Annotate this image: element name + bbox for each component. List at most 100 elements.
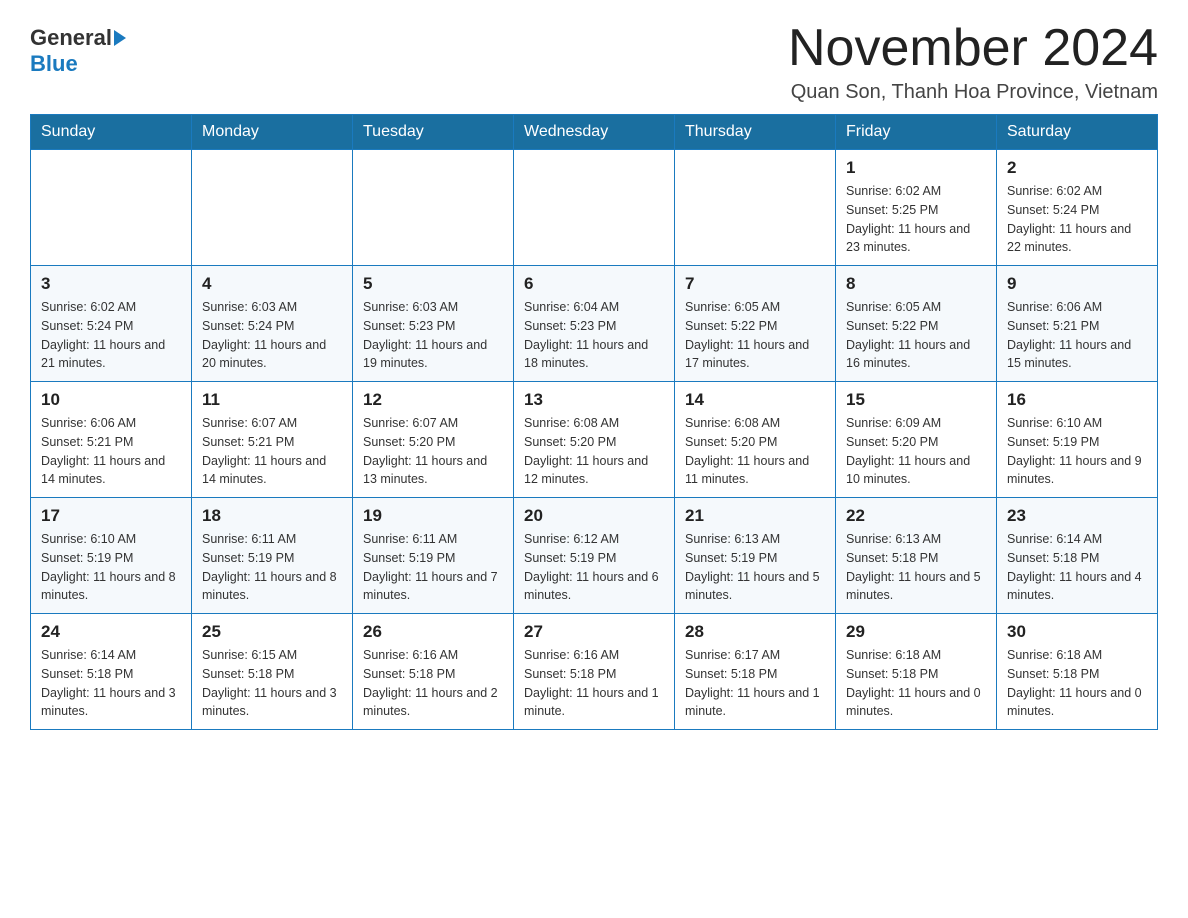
calendar-cell: 26Sunrise: 6:16 AM Sunset: 5:18 PM Dayli… [353, 614, 514, 730]
day-info: Sunrise: 6:11 AM Sunset: 5:19 PM Dayligh… [363, 530, 503, 605]
day-number: 30 [1007, 622, 1147, 642]
calendar-cell: 28 Sunrise: 6:17 AM Sunset: 5:18 PM Dayli… [675, 614, 836, 730]
day-number: 16 [1007, 390, 1147, 410]
day-number: 7 [685, 274, 825, 294]
calendar-week-row: 3Sunrise: 6:02 AM Sunset: 5:24 PM Daylig… [31, 266, 1158, 382]
day-number: 15 [846, 390, 986, 410]
calendar-cell [192, 150, 353, 266]
day-number: 18 [202, 506, 342, 526]
day-info: Sunrise: 6:09 AM Sunset: 5:20 PM Dayligh… [846, 414, 986, 489]
day-info: Sunrise: 6:02 AM Sunset: 5:24 PM Dayligh… [1007, 182, 1147, 257]
calendar-cell: 15 Sunrise: 6:09 AM Sunset: 5:20 PM Dayli… [836, 382, 997, 498]
calendar-cell: 4Sunrise: 6:03 AM Sunset: 5:24 PM Daylig… [192, 266, 353, 382]
calendar-cell: 21 Sunrise: 6:13 AM Sunset: 5:19 PM Dayli… [675, 498, 836, 614]
day-info: Sunrise: 6:06 AM Sunset: 5:21 PM Dayligh… [41, 414, 181, 489]
calendar-cell: 19 Sunrise: 6:11 AM Sunset: 5:19 PM Dayli… [353, 498, 514, 614]
day-info: Sunrise: 6:05 AM Sunset: 5:22 PM Dayligh… [846, 298, 986, 373]
title-section: November 2024 Quan Son, Thanh Hoa Provin… [788, 20, 1158, 104]
day-info: Sunrise: 6:13 AM Sunset: 5:18 PM Dayligh… [846, 530, 986, 605]
day-number: 20 [524, 506, 664, 526]
calendar-cell [31, 150, 192, 266]
month-title: November 2024 [788, 20, 1158, 77]
day-number: 22 [846, 506, 986, 526]
day-number: 11 [202, 390, 342, 410]
day-info: Sunrise: 6:07 AM Sunset: 5:20 PM Dayligh… [363, 414, 503, 489]
calendar-cell: 29Sunrise: 6:18 AM Sunset: 5:18 PM Dayli… [836, 614, 997, 730]
day-info: Sunrise: 6:04 AM Sunset: 5:23 PM Dayligh… [524, 298, 664, 373]
day-number: 6 [524, 274, 664, 294]
calendar-cell: 30 Sunrise: 6:18 AM Sunset: 5:18 PM Dayli… [997, 614, 1158, 730]
calendar-cell: 2 Sunrise: 6:02 AM Sunset: 5:24 PM Daylig… [997, 150, 1158, 266]
day-number: 28 [685, 622, 825, 642]
day-info: Sunrise: 6:07 AM Sunset: 5:21 PM Dayligh… [202, 414, 342, 489]
day-number: 10 [41, 390, 181, 410]
logo-triangle-icon [114, 30, 126, 46]
calendar-cell: 18 Sunrise: 6:11 AM Sunset: 5:19 PM Dayli… [192, 498, 353, 614]
day-info: Sunrise: 6:17 AM Sunset: 5:18 PM Dayligh… [685, 646, 825, 721]
day-number: 8 [846, 274, 986, 294]
calendar-cell: 10 Sunrise: 6:06 AM Sunset: 5:21 PM Dayli… [31, 382, 192, 498]
day-info: Sunrise: 6:18 AM Sunset: 5:18 PM Dayligh… [846, 646, 986, 721]
day-number: 5 [363, 274, 503, 294]
day-info: Sunrise: 6:14 AM Sunset: 5:18 PM Dayligh… [41, 646, 181, 721]
day-of-week-header: Tuesday [353, 115, 514, 150]
day-info: Sunrise: 6:12 AM Sunset: 5:19 PM Dayligh… [524, 530, 664, 605]
day-info: Sunrise: 6:02 AM Sunset: 5:25 PM Dayligh… [846, 182, 986, 257]
day-number: 21 [685, 506, 825, 526]
page-header: General Blue November 2024 Quan Son, Tha… [30, 20, 1158, 104]
calendar-cell: 25 Sunrise: 6:15 AM Sunset: 5:18 PM Dayli… [192, 614, 353, 730]
calendar-cell: 16 Sunrise: 6:10 AM Sunset: 5:19 PM Dayli… [997, 382, 1158, 498]
calendar-cell: 12Sunrise: 6:07 AM Sunset: 5:20 PM Dayli… [353, 382, 514, 498]
day-number: 25 [202, 622, 342, 642]
day-number: 1 [846, 158, 986, 178]
calendar-cell: 23 Sunrise: 6:14 AM Sunset: 5:18 PM Dayli… [997, 498, 1158, 614]
calendar-cell: 11 Sunrise: 6:07 AM Sunset: 5:21 PM Dayli… [192, 382, 353, 498]
day-number: 19 [363, 506, 503, 526]
calendar-cell: 9Sunrise: 6:06 AM Sunset: 5:21 PM Daylig… [997, 266, 1158, 382]
day-info: Sunrise: 6:03 AM Sunset: 5:23 PM Dayligh… [363, 298, 503, 373]
day-number: 24 [41, 622, 181, 642]
location-subtitle: Quan Son, Thanh Hoa Province, Vietnam [788, 81, 1158, 104]
day-number: 2 [1007, 158, 1147, 178]
day-info: Sunrise: 6:16 AM Sunset: 5:18 PM Dayligh… [524, 646, 664, 721]
day-number: 26 [363, 622, 503, 642]
calendar-cell: 6 Sunrise: 6:04 AM Sunset: 5:23 PM Daylig… [514, 266, 675, 382]
calendar-cell: 22 Sunrise: 6:13 AM Sunset: 5:18 PM Dayli… [836, 498, 997, 614]
day-info: Sunrise: 6:15 AM Sunset: 5:18 PM Dayligh… [202, 646, 342, 721]
calendar-table: SundayMondayTuesdayWednesdayThursdayFrid… [30, 114, 1158, 730]
calendar-cell: 14Sunrise: 6:08 AM Sunset: 5:20 PM Dayli… [675, 382, 836, 498]
day-of-week-header: Wednesday [514, 115, 675, 150]
day-info: Sunrise: 6:14 AM Sunset: 5:18 PM Dayligh… [1007, 530, 1147, 605]
calendar-cell: 17 Sunrise: 6:10 AM Sunset: 5:19 PM Dayli… [31, 498, 192, 614]
day-of-week-header: Saturday [997, 115, 1158, 150]
calendar-header-row: SundayMondayTuesdayWednesdayThursdayFrid… [31, 115, 1158, 150]
day-info: Sunrise: 6:10 AM Sunset: 5:19 PM Dayligh… [41, 530, 181, 605]
logo-blue-text: Blue [30, 51, 78, 77]
day-info: Sunrise: 6:10 AM Sunset: 5:19 PM Dayligh… [1007, 414, 1147, 489]
calendar-cell: 5 Sunrise: 6:03 AM Sunset: 5:23 PM Daylig… [353, 266, 514, 382]
day-number: 23 [1007, 506, 1147, 526]
day-number: 27 [524, 622, 664, 642]
day-info: Sunrise: 6:08 AM Sunset: 5:20 PM Dayligh… [524, 414, 664, 489]
calendar-week-row: 24 Sunrise: 6:14 AM Sunset: 5:18 PM Dayli… [31, 614, 1158, 730]
day-of-week-header: Thursday [675, 115, 836, 150]
calendar-cell: 8 Sunrise: 6:05 AM Sunset: 5:22 PM Daylig… [836, 266, 997, 382]
day-info: Sunrise: 6:05 AM Sunset: 5:22 PM Dayligh… [685, 298, 825, 373]
logo: General Blue [30, 20, 128, 77]
day-number: 17 [41, 506, 181, 526]
day-info: Sunrise: 6:18 AM Sunset: 5:18 PM Dayligh… [1007, 646, 1147, 721]
calendar-week-row: 17 Sunrise: 6:10 AM Sunset: 5:19 PM Dayli… [31, 498, 1158, 614]
day-number: 4 [202, 274, 342, 294]
calendar-cell [353, 150, 514, 266]
day-info: Sunrise: 6:11 AM Sunset: 5:19 PM Dayligh… [202, 530, 342, 605]
calendar-cell [514, 150, 675, 266]
day-info: Sunrise: 6:02 AM Sunset: 5:24 PM Dayligh… [41, 298, 181, 373]
calendar-cell [675, 150, 836, 266]
calendar-cell: 13 Sunrise: 6:08 AM Sunset: 5:20 PM Dayli… [514, 382, 675, 498]
day-info: Sunrise: 6:13 AM Sunset: 5:19 PM Dayligh… [685, 530, 825, 605]
calendar-cell: 27 Sunrise: 6:16 AM Sunset: 5:18 PM Dayli… [514, 614, 675, 730]
day-number: 13 [524, 390, 664, 410]
calendar-cell: 3Sunrise: 6:02 AM Sunset: 5:24 PM Daylig… [31, 266, 192, 382]
calendar-cell: 1 Sunrise: 6:02 AM Sunset: 5:25 PM Daylig… [836, 150, 997, 266]
day-of-week-header: Friday [836, 115, 997, 150]
